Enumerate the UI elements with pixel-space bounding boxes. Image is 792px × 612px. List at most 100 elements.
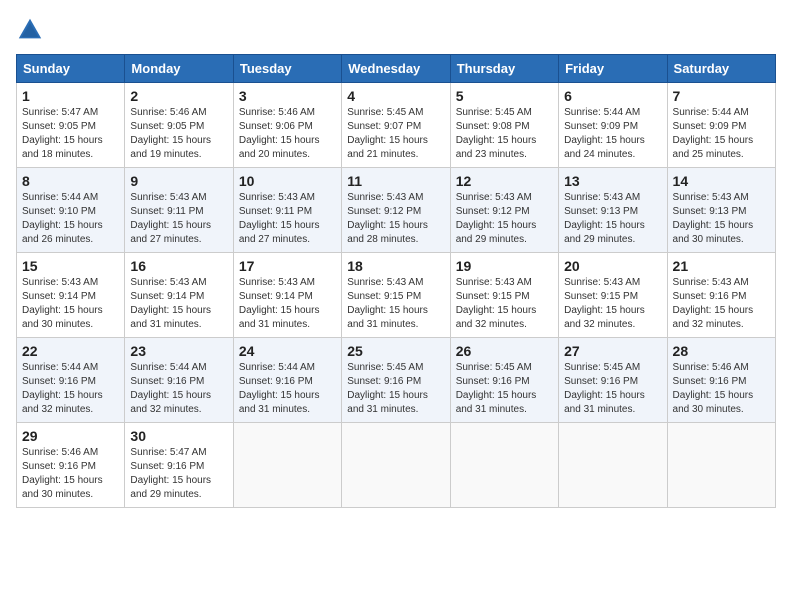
calendar-week-2: 8 Sunrise: 5:44 AMSunset: 9:10 PMDaylight…	[17, 168, 776, 253]
calendar-day-8: 8 Sunrise: 5:44 AMSunset: 9:10 PMDaylight…	[17, 168, 125, 253]
column-header-thursday: Thursday	[450, 55, 558, 83]
calendar-day-2: 2 Sunrise: 5:46 AMSunset: 9:05 PMDaylight…	[125, 83, 233, 168]
day-number: 6	[564, 88, 661, 104]
calendar-week-5: 29 Sunrise: 5:46 AMSunset: 9:16 PMDayligh…	[17, 423, 776, 508]
day-info: Sunrise: 5:46 AMSunset: 9:16 PMDaylight:…	[22, 446, 119, 502]
empty-cell	[559, 423, 667, 508]
calendar-week-3: 15 Sunrise: 5:43 AMSunset: 9:14 PMDayligh…	[17, 253, 776, 338]
day-info: Sunrise: 5:44 AMSunset: 9:16 PMDaylight:…	[22, 361, 119, 417]
day-number: 4	[347, 88, 444, 104]
day-number: 7	[673, 88, 770, 104]
calendar-day-12: 12 Sunrise: 5:43 AMSunset: 9:12 PMDayligh…	[450, 168, 558, 253]
calendar-day-7: 7Sunrise: 5:44 AMSunset: 9:09 PMDaylight…	[667, 83, 775, 168]
calendar-day-21: 21 Sunrise: 5:43 AMSunset: 9:16 PMDayligh…	[667, 253, 775, 338]
calendar-day-9: 9Sunrise: 5:43 AMSunset: 9:11 PMDaylight…	[125, 168, 233, 253]
calendar-day-26: 26 Sunrise: 5:45 AMSunset: 9:16 PMDayligh…	[450, 338, 558, 423]
day-number: 2	[130, 88, 227, 104]
calendar-day-10: 10 Sunrise: 5:43 AMSunset: 9:11 PMDayligh…	[233, 168, 341, 253]
day-info: Sunrise: 5:43 AMSunset: 9:13 PMDaylight:…	[564, 191, 661, 247]
calendar-header-row: SundayMondayTuesdayWednesdayThursdayFrid…	[17, 55, 776, 83]
calendar-day-5: 5Sunrise: 5:45 AMSunset: 9:08 PMDaylight…	[450, 83, 558, 168]
empty-cell	[342, 423, 450, 508]
day-info: Sunrise: 5:43 AMSunset: 9:15 PMDaylight:…	[456, 276, 553, 332]
day-number: 16	[130, 258, 227, 274]
empty-cell	[450, 423, 558, 508]
day-number: 26	[456, 343, 553, 359]
day-number: 22	[22, 343, 119, 359]
day-info: Sunrise: 5:43 AMSunset: 9:11 PMDaylight:…	[130, 191, 227, 247]
logo	[16, 16, 48, 44]
day-info: Sunrise: 5:44 AMSunset: 9:10 PMDaylight:…	[22, 191, 119, 247]
day-number: 15	[22, 258, 119, 274]
calendar-day-16: 16 Sunrise: 5:43 AMSunset: 9:14 PMDayligh…	[125, 253, 233, 338]
day-info: Sunrise: 5:43 AMSunset: 9:14 PMDaylight:…	[130, 276, 227, 332]
calendar-day-15: 15 Sunrise: 5:43 AMSunset: 9:14 PMDayligh…	[17, 253, 125, 338]
day-number: 25	[347, 343, 444, 359]
day-number: 20	[564, 258, 661, 274]
column-header-friday: Friday	[559, 55, 667, 83]
calendar-day-29: 29 Sunrise: 5:46 AMSunset: 9:16 PMDayligh…	[17, 423, 125, 508]
day-info: Sunrise: 5:43 AMSunset: 9:14 PMDaylight:…	[22, 276, 119, 332]
day-info: Sunrise: 5:43 AMSunset: 9:16 PMDaylight:…	[673, 276, 770, 332]
calendar-day-3: 3 Sunrise: 5:46 AMSunset: 9:06 PMDaylight…	[233, 83, 341, 168]
column-header-wednesday: Wednesday	[342, 55, 450, 83]
day-number: 1	[22, 88, 119, 104]
calendar-day-20: 20 Sunrise: 5:43 AMSunset: 9:15 PMDayligh…	[559, 253, 667, 338]
day-number: 11	[347, 173, 444, 189]
calendar-day-11: 11 Sunrise: 5:43 AMSunset: 9:12 PMDayligh…	[342, 168, 450, 253]
column-header-sunday: Sunday	[17, 55, 125, 83]
calendar-day-18: 18Sunrise: 5:43 AMSunset: 9:15 PMDayligh…	[342, 253, 450, 338]
day-info: Sunrise: 5:43 AMSunset: 9:12 PMDaylight:…	[347, 191, 444, 247]
column-header-saturday: Saturday	[667, 55, 775, 83]
day-info: Sunrise: 5:43 AMSunset: 9:11 PMDaylight:…	[239, 191, 336, 247]
day-info: Sunrise: 5:43 AMSunset: 9:15 PMDaylight:…	[564, 276, 661, 332]
calendar-day-23: 23Sunrise: 5:44 AMSunset: 9:16 PMDayligh…	[125, 338, 233, 423]
day-info: Sunrise: 5:45 AMSunset: 9:16 PMDaylight:…	[347, 361, 444, 417]
calendar-day-1: 1 Sunrise: 5:47 AMSunset: 9:05 PMDaylight…	[17, 83, 125, 168]
day-info: Sunrise: 5:46 AMSunset: 9:16 PMDaylight:…	[673, 361, 770, 417]
calendar-day-17: 17 Sunrise: 5:43 AMSunset: 9:14 PMDayligh…	[233, 253, 341, 338]
day-number: 24	[239, 343, 336, 359]
day-info: Sunrise: 5:45 AMSunset: 9:16 PMDaylight:…	[456, 361, 553, 417]
day-number: 8	[22, 173, 119, 189]
day-number: 19	[456, 258, 553, 274]
day-number: 13	[564, 173, 661, 189]
calendar-day-24: 24 Sunrise: 5:44 AMSunset: 9:16 PMDayligh…	[233, 338, 341, 423]
day-number: 27	[564, 343, 661, 359]
day-info: Sunrise: 5:47 AMSunset: 9:05 PMDaylight:…	[22, 106, 119, 162]
day-number: 17	[239, 258, 336, 274]
column-header-monday: Monday	[125, 55, 233, 83]
column-header-tuesday: Tuesday	[233, 55, 341, 83]
day-info: Sunrise: 5:44 AMSunset: 9:16 PMDaylight:…	[239, 361, 336, 417]
day-number: 10	[239, 173, 336, 189]
day-info: Sunrise: 5:46 AMSunset: 9:06 PMDaylight:…	[239, 106, 336, 162]
day-info: Sunrise: 5:43 AMSunset: 9:12 PMDaylight:…	[456, 191, 553, 247]
day-number: 30	[130, 428, 227, 444]
day-info: Sunrise: 5:44 AMSunset: 9:09 PMDaylight:…	[564, 106, 661, 162]
empty-cell	[667, 423, 775, 508]
calendar-day-13: 13 Sunrise: 5:43 AMSunset: 9:13 PMDayligh…	[559, 168, 667, 253]
day-info: Sunrise: 5:46 AMSunset: 9:05 PMDaylight:…	[130, 106, 227, 162]
day-number: 29	[22, 428, 119, 444]
calendar-week-1: 1 Sunrise: 5:47 AMSunset: 9:05 PMDaylight…	[17, 83, 776, 168]
calendar-day-4: 4Sunrise: 5:45 AMSunset: 9:07 PMDaylight…	[342, 83, 450, 168]
calendar-week-4: 22 Sunrise: 5:44 AMSunset: 9:16 PMDayligh…	[17, 338, 776, 423]
calendar-day-6: 6 Sunrise: 5:44 AMSunset: 9:09 PMDaylight…	[559, 83, 667, 168]
calendar-day-27: 27 Sunrise: 5:45 AMSunset: 9:16 PMDayligh…	[559, 338, 667, 423]
header	[16, 16, 776, 44]
day-info: Sunrise: 5:43 AMSunset: 9:13 PMDaylight:…	[673, 191, 770, 247]
day-number: 5	[456, 88, 553, 104]
calendar-day-30: 30Sunrise: 5:47 AMSunset: 9:16 PMDayligh…	[125, 423, 233, 508]
calendar-day-25: 25 Sunrise: 5:45 AMSunset: 9:16 PMDayligh…	[342, 338, 450, 423]
day-number: 23	[130, 343, 227, 359]
day-number: 3	[239, 88, 336, 104]
day-number: 21	[673, 258, 770, 274]
calendar-day-28: 28Sunrise: 5:46 AMSunset: 9:16 PMDayligh…	[667, 338, 775, 423]
day-number: 14	[673, 173, 770, 189]
day-info: Sunrise: 5:45 AMSunset: 9:16 PMDaylight:…	[564, 361, 661, 417]
day-number: 18	[347, 258, 444, 274]
calendar-day-14: 14 Sunrise: 5:43 AMSunset: 9:13 PMDayligh…	[667, 168, 775, 253]
day-number: 12	[456, 173, 553, 189]
calendar-day-19: 19 Sunrise: 5:43 AMSunset: 9:15 PMDayligh…	[450, 253, 558, 338]
day-info: Sunrise: 5:43 AMSunset: 9:14 PMDaylight:…	[239, 276, 336, 332]
